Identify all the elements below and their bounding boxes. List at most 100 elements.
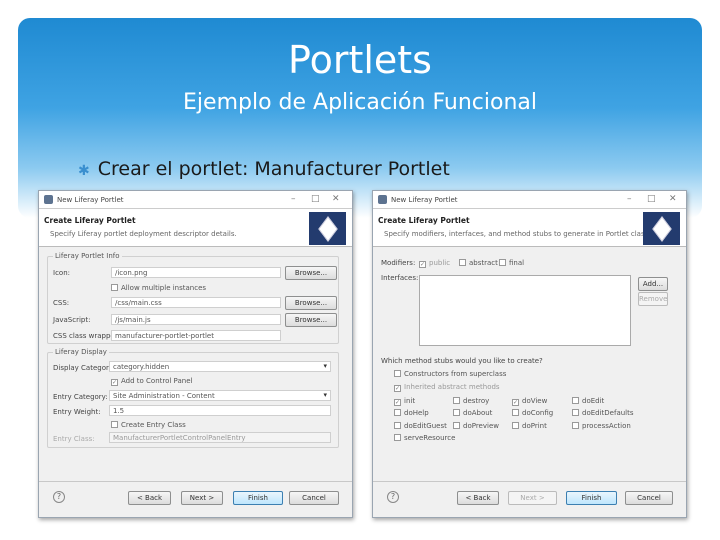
entry-class-label: Entry Class: [53, 435, 95, 443]
bullet-item: ✱ Crear el portlet: Manufacturer Portlet [78, 158, 450, 180]
liferay-cube-icon [309, 212, 346, 245]
css-label: CSS: [53, 299, 70, 307]
method-doConfig-checkbox[interactable]: doConfig [512, 409, 553, 417]
finish-button[interactable]: Finish [566, 491, 617, 505]
checkbox-label: serveResource [404, 434, 456, 442]
entry-category-label: Entry Category: [53, 393, 108, 401]
group-label: Liferay Portlet Info [53, 252, 122, 260]
checkbox-label: Add to Control Panel [121, 377, 193, 385]
minimize-icon[interactable]: – [291, 194, 296, 204]
checkbox-label: Create Entry Class [121, 421, 186, 429]
method-doHelp-checkbox[interactable]: doHelp [394, 409, 429, 417]
display-category-label: Display Category: [53, 364, 115, 372]
browse-css-button[interactable]: Browse... [285, 296, 337, 310]
method-doAbout-checkbox[interactable]: doAbout [453, 409, 492, 417]
remove-interface-button[interactable]: Remove [638, 292, 668, 306]
method-doEdit-checkbox[interactable]: doEdit [572, 397, 604, 405]
modifiers-label: Modifiers: [381, 259, 416, 267]
bullet-icon: ✱ [78, 163, 90, 179]
back-button[interactable]: < Back [457, 491, 499, 505]
maximize-icon[interactable]: □ [311, 194, 320, 204]
footer-divider [373, 481, 686, 482]
checkbox-label: doEditGuest [404, 422, 447, 430]
maximize-icon[interactable]: □ [647, 194, 656, 204]
minimize-icon[interactable]: – [627, 194, 632, 204]
checkbox-label: public [429, 259, 451, 267]
method-destroy-checkbox[interactable]: destroy [453, 397, 489, 405]
wizard-header: Create Liferay Portlet Specify Liferay p… [39, 209, 352, 247]
bullet-text: Crear el portlet: Manufacturer Portlet [97, 158, 450, 180]
portlet-class-dialog: New Liferay Portlet – □ ✕ Create Liferay… [372, 190, 687, 518]
cancel-button[interactable]: Cancel [289, 491, 339, 505]
css-wrapper-label: CSS class wrapper: [53, 332, 120, 340]
checkbox-label: doView [522, 397, 548, 405]
help-icon[interactable]: ? [53, 491, 65, 503]
wizard-title: Create Liferay Portlet [378, 216, 470, 225]
checkbox-label: Allow multiple instances [121, 284, 207, 292]
finish-button[interactable]: Finish [233, 491, 283, 505]
allow-multiple-checkbox[interactable]: Allow multiple instances [111, 284, 206, 292]
method-doView-checkbox[interactable]: ✓ doView [512, 397, 547, 406]
wizard-description: Specify Liferay portlet deployment descr… [50, 230, 237, 238]
display-category-select[interactable]: category.hidden [109, 361, 331, 372]
wizard-title: Create Liferay Portlet [44, 216, 136, 225]
next-button[interactable]: Next > [181, 491, 223, 505]
title-bar: New Liferay Portlet – □ ✕ [39, 191, 352, 209]
method-serveResource-checkbox[interactable]: serveResource [394, 434, 455, 442]
back-button[interactable]: < Back [128, 491, 171, 505]
javascript-input[interactable]: /js/main.js [111, 314, 281, 325]
entry-weight-input[interactable]: 1.5 [109, 405, 331, 416]
checkbox-label: destroy [463, 397, 490, 405]
css-wrapper-input[interactable]: manufacturer-portlet-portlet [111, 330, 281, 341]
javascript-label: JavaScript: [53, 316, 91, 324]
create-entry-class-checkbox[interactable]: Create Entry Class [111, 421, 186, 429]
window-title: New Liferay Portlet [391, 196, 458, 204]
app-icon [44, 195, 53, 204]
checkbox-label: doEdit [582, 397, 605, 405]
constructors-checkbox[interactable]: Constructors from superclass [394, 370, 506, 378]
window-title: New Liferay Portlet [57, 196, 124, 204]
cancel-button[interactable]: Cancel [625, 491, 673, 505]
entry-class-input[interactable]: ManufacturerPortletControlPanelEntry [109, 432, 331, 443]
close-icon[interactable]: ✕ [332, 194, 340, 204]
browse-javascript-button[interactable]: Browse... [285, 313, 337, 327]
wizard-header: Create Liferay Portlet Specify modifiers… [373, 209, 686, 247]
interfaces-list[interactable] [419, 275, 631, 346]
public-checkbox[interactable]: ✓ public [419, 259, 450, 268]
wizard-description: Specify modifiers, interfaces, and metho… [384, 230, 651, 238]
method-doPreview-checkbox[interactable]: doPreview [453, 422, 499, 430]
checkbox-label: init [404, 397, 416, 405]
method-processAction-checkbox[interactable]: processAction [572, 422, 631, 430]
next-button[interactable]: Next > [508, 491, 557, 505]
checkbox-label: doEditDefaults [582, 409, 634, 417]
close-icon[interactable]: ✕ [669, 194, 677, 204]
checkbox-label: final [509, 259, 525, 267]
help-icon[interactable]: ? [387, 491, 399, 503]
checkbox-label: abstract [469, 259, 498, 267]
checkbox-label: Inherited abstract methods [404, 383, 500, 391]
entry-weight-label: Entry Weight: [53, 408, 101, 416]
abstract-checkbox[interactable]: abstract [459, 259, 498, 267]
checkbox-label: processAction [582, 422, 631, 430]
final-checkbox[interactable]: final [499, 259, 524, 267]
method-init-checkbox[interactable]: ✓ init [394, 397, 415, 406]
checkbox-label: Constructors from superclass [404, 370, 507, 378]
entry-category-select[interactable]: Site Administration - Content [109, 390, 331, 401]
icon-input[interactable]: /icon.png [111, 267, 281, 278]
inherited-methods-checkbox[interactable]: ✓ Inherited abstract methods [394, 383, 500, 392]
browse-icon-button[interactable]: Browse... [285, 266, 337, 280]
css-input[interactable]: /css/main.css [111, 297, 281, 308]
slide-subtitle: Ejemplo de Aplicación Funcional [183, 90, 537, 115]
add-interface-button[interactable]: Add... [638, 277, 668, 291]
method-doPrint-checkbox[interactable]: doPrint [512, 422, 547, 430]
portlet-info-dialog: New Liferay Portlet – □ ✕ Create Liferay… [38, 190, 353, 518]
stubs-question: Which method stubs would you like to cre… [381, 357, 543, 365]
method-doEditGuest-checkbox[interactable]: doEditGuest [394, 422, 447, 430]
liferay-cube-icon [643, 212, 680, 245]
method-doEditDefaults-checkbox[interactable]: doEditDefaults [572, 409, 634, 417]
footer-divider [39, 481, 352, 482]
checkbox-label: doPreview [463, 422, 499, 430]
add-control-panel-checkbox[interactable]: ✓ Add to Control Panel [111, 377, 192, 386]
checkbox-label: doConfig [522, 409, 554, 417]
title-bar: New Liferay Portlet – □ ✕ [373, 191, 686, 209]
